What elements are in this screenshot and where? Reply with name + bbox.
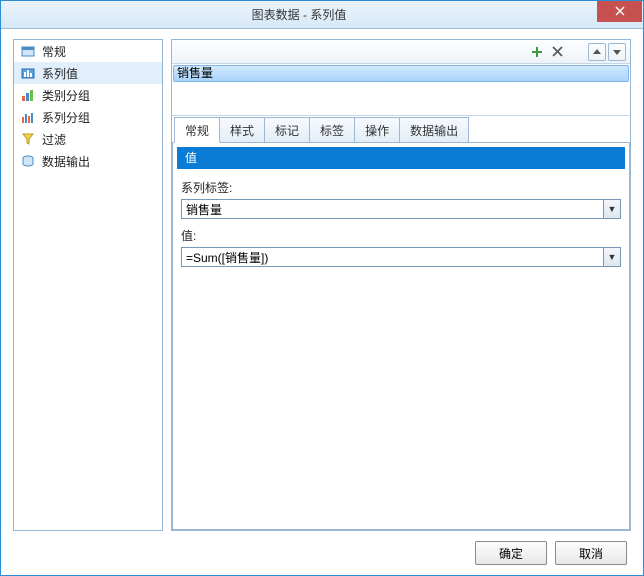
detail-tabs: 常规 样式 标记 标签 操作 数据输出 (172, 116, 630, 142)
tab-label: 标记 (275, 124, 299, 138)
sidebar-item-label: 系列值 (42, 65, 78, 82)
cancel-button[interactable]: 取消 (555, 541, 627, 565)
sidebar-item-data-output[interactable]: 数据输出 (14, 150, 162, 172)
series-listbox[interactable]: 销售量 (172, 64, 630, 116)
tab-markers[interactable]: 标记 (264, 117, 310, 142)
form-area: 系列标签: ▼ 值: (173, 169, 629, 285)
general-icon (20, 43, 36, 59)
dialog-window: 图表数据 - 系列值 常规 系列值 (0, 0, 644, 576)
move-up-button[interactable] (588, 43, 606, 61)
category-groups-icon (20, 87, 36, 103)
section-header-value: 值 (177, 147, 625, 169)
chevron-down-icon: ▼ (608, 252, 617, 262)
arrow-up-icon (592, 47, 602, 57)
value-dropdown-button[interactable]: ▼ (603, 247, 621, 267)
series-toolbar (172, 40, 630, 64)
series-label-input[interactable] (181, 199, 603, 219)
tab-action[interactable]: 操作 (354, 117, 400, 142)
tab-panel-general: 值 系列标签: ▼ 值: (172, 142, 630, 530)
tab-label: 样式 (230, 124, 254, 138)
series-list-item[interactable]: 销售量 (173, 65, 629, 82)
tab-labels[interactable]: 标签 (309, 117, 355, 142)
sidebar-item-category-groups[interactable]: 类别分组 (14, 84, 162, 106)
close-icon (615, 6, 625, 16)
sidebar-item-label: 数据输出 (42, 153, 90, 170)
sidebar-item-filters[interactable]: 过滤 (14, 128, 162, 150)
value-caption: 值: (181, 227, 621, 244)
dialog-body: 常规 系列值 类别分组 (1, 29, 643, 575)
chevron-down-icon: ▼ (608, 204, 617, 214)
series-label-dropdown-button[interactable]: ▼ (603, 199, 621, 219)
main-area: 常规 系列值 类别分组 (13, 39, 631, 531)
series-label-row: 系列标签: ▼ (181, 179, 621, 219)
tab-label: 常规 (185, 124, 209, 138)
tab-label: 操作 (365, 124, 389, 138)
add-series-button[interactable] (528, 43, 546, 61)
series-groups-icon (20, 109, 36, 125)
value-combo: ▼ (181, 247, 621, 267)
delete-series-button[interactable] (548, 43, 566, 61)
sidebar-item-series-values[interactable]: 系列值 (14, 62, 162, 84)
sidebar-item-label: 常规 (42, 43, 66, 60)
window-title: 图表数据 - 系列值 (1, 6, 597, 23)
tab-data-output[interactable]: 数据输出 (399, 117, 469, 142)
tab-label: 数据输出 (410, 124, 458, 138)
tab-general[interactable]: 常规 (174, 117, 220, 143)
delete-icon (552, 46, 563, 57)
series-values-icon (20, 65, 36, 81)
move-down-button[interactable] (608, 43, 626, 61)
sidebar-item-label: 过滤 (42, 131, 66, 148)
sidebar-item-label: 系列分组 (42, 109, 90, 126)
value-row: 值: ▼ (181, 227, 621, 267)
series-list-item-label: 销售量 (177, 66, 213, 80)
sidebar-item-series-groups[interactable]: 系列分组 (14, 106, 162, 128)
plus-icon (531, 46, 543, 58)
close-button[interactable] (597, 1, 642, 22)
data-output-icon (20, 153, 36, 169)
tab-style[interactable]: 样式 (219, 117, 265, 142)
content-panel: 销售量 常规 样式 标记 标签 操作 数据输出 值 系列标签: (171, 39, 631, 531)
titlebar: 图表数据 - 系列值 (1, 1, 643, 29)
category-sidebar: 常规 系列值 类别分组 (13, 39, 163, 531)
ok-button[interactable]: 确定 (475, 541, 547, 565)
filter-icon (20, 131, 36, 147)
sidebar-item-general[interactable]: 常规 (14, 40, 162, 62)
series-label-caption: 系列标签: (181, 179, 621, 196)
sidebar-item-label: 类别分组 (42, 87, 90, 104)
arrow-down-icon (612, 47, 622, 57)
dialog-button-row: 确定 取消 (13, 531, 631, 565)
value-input[interactable] (181, 247, 603, 267)
series-label-combo: ▼ (181, 199, 621, 219)
tab-label: 标签 (320, 124, 344, 138)
